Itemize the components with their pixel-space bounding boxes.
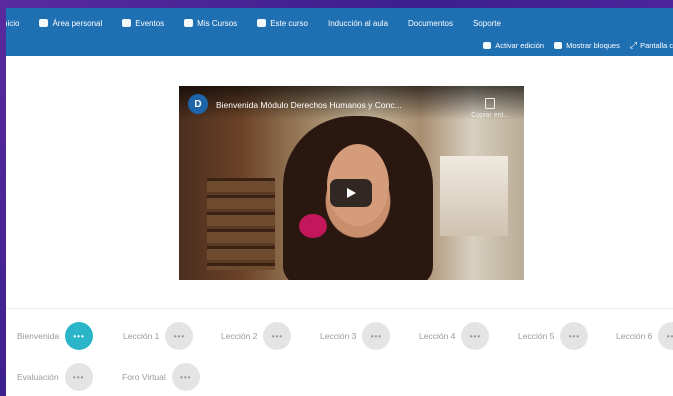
primary-nav: nicio Área personal Eventos Mis Cursos E… [6,14,521,32]
lesson-3[interactable]: Lección 3 ••• [320,321,391,351]
nav-soporte[interactable]: Soporte [473,19,501,28]
play-button[interactable] [330,179,372,207]
channel-avatar[interactable]: D [188,94,208,114]
nav-eventos[interactable]: Eventos [122,19,164,28]
sitemap-icon [257,19,267,27]
blocks-icon [554,41,563,49]
activar-edicion-label: Activar edición [495,40,545,50]
secondary-nav: Activar edición Mostrar bloques ⤢ Pantal… [483,38,673,52]
lesson-evaluacion[interactable]: Evaluación ••• [17,362,93,392]
window-image [440,156,508,236]
lesson-label: Foro Virtual [122,372,166,382]
lesson-label: Bienvenida [17,331,60,341]
copy-link-button[interactable]: Copiar enl... [470,98,510,119]
lesson-label: Evaluación [17,372,59,382]
nav-home-label: nicio [6,18,20,28]
nav-mis-cursos[interactable]: Mis Cursos [184,19,237,28]
copy-link-label: Copiar enl... [471,112,509,119]
bookshelf-image [207,178,275,270]
lesson-label: Lección 5 [518,331,555,341]
lesson-6[interactable]: Lección 6 ••• [616,321,673,351]
lesson-dots-button[interactable]: ••• [362,322,391,350]
nav-eventos-label: Eventos [135,18,165,28]
lesson-dots-button[interactable]: ••• [560,322,589,350]
nav-area-personal[interactable]: Área personal [39,19,102,28]
lesson-dots-button[interactable]: ••• [64,363,93,391]
lesson-foro-virtual[interactable]: Foro Virtual ••• [122,362,200,392]
lesson-2[interactable]: Lección 2 ••• [221,321,292,351]
nav-mis-cursos-label: Mis Cursos [197,18,238,28]
moodle-window: nicio Área personal Eventos Mis Cursos E… [6,8,673,396]
copy-icon [485,98,495,109]
nav-induccion[interactable]: Inducción al aula [328,19,388,28]
activar-edicion-button[interactable]: Activar edición [483,41,544,50]
nav-soporte-label: Soporte [472,18,501,28]
nav-documentos-label: Documentos [408,18,453,28]
nav-induccion-label: Inducción al aula [327,18,389,28]
youtube-video-embed[interactable]: D Bienvenida Módulo Derechos Humanos y C… [179,86,524,280]
lesson-1[interactable]: Lección 1 ••• [123,321,194,351]
pantalla-completa-button[interactable]: ⤢ Pantalla c [630,40,673,51]
flower-image [299,214,327,238]
lesson-label: Lección 2 [221,331,258,341]
lesson-label: Lección 6 [616,331,653,341]
dashboard-icon [39,19,49,27]
lesson-dots-button[interactable]: ••• [263,322,292,350]
nav-este-curso[interactable]: Este curso [257,19,308,28]
briefcase-icon [184,19,194,27]
mostrar-bloques-button[interactable]: Mostrar bloques [554,41,620,50]
lesson-label: Lección 3 [320,331,357,341]
video-title[interactable]: Bienvenida Módulo Derechos Humanos y Con… [216,100,402,110]
lesson-dots-button[interactable]: ••• [658,322,673,350]
lesson-4[interactable]: Lección 4 ••• [419,321,490,351]
top-navbar: nicio Área personal Eventos Mis Cursos E… [6,8,673,56]
lesson-label: Lección 4 [419,331,456,341]
mostrar-bloques-label: Mostrar bloques [566,40,620,50]
nav-area-personal-label: Área personal [52,18,103,28]
pencil-icon [483,41,492,49]
play-icon [347,188,356,198]
pantalla-completa-label: Pantalla c [640,40,673,50]
nav-home[interactable]: nicio [6,19,19,28]
expand-icon: ⤢ [629,39,638,50]
lesson-dots-button[interactable]: ••• [461,322,490,350]
nav-este-curso-label: Este curso [270,18,308,28]
lesson-bienvenida[interactable]: Bienvenida ••• [17,321,94,351]
lesson-label: Lección 1 [123,331,160,341]
lesson-dots-button[interactable]: ••• [171,363,200,391]
lesson-5[interactable]: Lección 5 ••• [518,321,589,351]
lesson-dots-button[interactable]: ••• [65,322,94,350]
section-divider [6,308,673,309]
calendar-icon [122,19,132,27]
lesson-dots-button[interactable]: ••• [165,322,194,350]
nav-documentos[interactable]: Documentos [408,19,453,28]
